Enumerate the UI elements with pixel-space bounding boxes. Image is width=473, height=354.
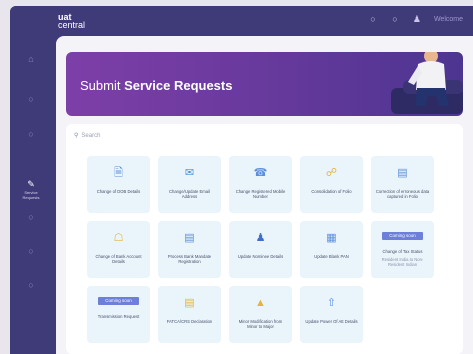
- person-illustration: [391, 52, 463, 114]
- page-title-bold: Service Requests: [124, 78, 233, 93]
- service-tile[interactable]: ▤ Correction of erroneous data captured i…: [371, 156, 434, 213]
- service-request-icon: ✎: [27, 179, 35, 189]
- service-tile-label: FATCA/CRS Declaration: [166, 319, 213, 324]
- service-tile-label: Update Power Of Att Details: [305, 319, 358, 324]
- sidebar-item-home[interactable]: ⌂: [18, 54, 44, 64]
- sidebar-item-transactions[interactable]: ○: [18, 129, 44, 139]
- logo[interactable]: uat central: [58, 13, 86, 30]
- sidebar-item-label: Service Requests: [22, 190, 40, 200]
- page-banner: Submit Service Requests: [66, 52, 463, 116]
- service-tile-label: Update Nominee Details: [237, 254, 284, 259]
- service-tile[interactable]: ⇧ Update Power Of Att Details: [300, 286, 363, 343]
- service-tile-sublabel: Resident India to Non-Resident Indian: [381, 257, 424, 267]
- search-icon: ⚲: [74, 133, 79, 139]
- service-tile-label: Transmission Request: [97, 314, 140, 319]
- mail-icon: ✉: [184, 167, 195, 179]
- portfolio-icon: ○: [28, 94, 34, 104]
- sidebar-item-help[interactable]: ○: [18, 280, 44, 290]
- service-tile-label: Change Registered Mobile Number: [235, 189, 286, 199]
- service-tile-label: Process Bank Mandate Registration: [167, 254, 212, 264]
- service-tile[interactable]: Coming soon Change of Tax Status Resident …: [371, 221, 434, 278]
- page-title-prefix: Submit: [80, 78, 125, 93]
- app-window: uat central ○ ○ ♟ Welcome ⌂ ○ ○ ✎ Servic…: [10, 6, 473, 354]
- declaration-icon: ▤: [184, 297, 195, 309]
- transactions-icon: ○: [28, 129, 34, 139]
- search-field[interactable]: ⚲ Search: [74, 130, 194, 142]
- sidebar-item-service-requests[interactable]: ✎ Service Requests: [18, 179, 44, 200]
- document-icon: 🗎: [114, 167, 123, 179]
- phone-icon: ☎: [253, 167, 268, 179]
- service-tile[interactable]: 🗎 Change of DOB Details: [87, 156, 150, 213]
- settings-icon: ○: [28, 246, 34, 256]
- clipboard-icon: ▤: [184, 232, 195, 244]
- service-tile[interactable]: ☖ Change of Bank Account Details: [87, 221, 150, 278]
- page-title: Submit Service Requests: [80, 78, 232, 93]
- service-tile[interactable]: ☎ Change Registered Mobile Number: [229, 156, 292, 213]
- sidebar-item-settings[interactable]: ○: [18, 246, 44, 256]
- service-tile[interactable]: ▦ Update Blank PAN: [300, 221, 363, 278]
- sidebar-item-portfolio[interactable]: ○: [18, 94, 44, 104]
- service-tile[interactable]: ▲ Minor Modification from Minor to Major: [229, 286, 292, 343]
- service-card-panel: ⚲ Search 🗎 Change of DOB Details ✉ Change/Up…: [66, 124, 463, 354]
- service-tile[interactable]: ✉ Change/Update Email Address: [158, 156, 221, 213]
- bank-icon: ☖: [113, 232, 124, 244]
- service-tile-label: Update Blank PAN: [314, 254, 349, 259]
- help-side-icon: ○: [28, 280, 34, 290]
- coming-soon-badge: Coming soon: [98, 297, 139, 305]
- service-tile-label: Correction of erroneous data captured in…: [375, 189, 430, 199]
- service-tile[interactable]: ♟ Update Nominee Details: [229, 221, 292, 278]
- sidebar: ⌂ ○ ○ ✎ Service Requests ○ ○ ○: [10, 34, 52, 354]
- logo-line2: central: [58, 20, 86, 30]
- search-input[interactable]: Search: [81, 133, 100, 139]
- link-icon: ☍: [325, 167, 338, 179]
- card-icon: ▦: [326, 232, 337, 244]
- service-tile[interactable]: Coming soon Transmission Request: [87, 286, 150, 343]
- upload-icon: ⇧: [326, 297, 337, 309]
- service-tile[interactable]: ▤ FATCA/CRS Declaration: [158, 286, 221, 343]
- service-tile-label: Change of Bank Account Details: [95, 254, 142, 264]
- service-tile-label: Minor Modification from Minor to Major: [238, 319, 283, 329]
- service-tile-label: Change of Tax Status: [382, 249, 423, 254]
- user-name[interactable]: Welcome: [434, 16, 463, 23]
- bell-icon[interactable]: ○: [368, 14, 378, 24]
- service-tile-label: Consolidation of Folio: [311, 189, 352, 194]
- form-icon: ▤: [397, 167, 408, 179]
- service-tile-label: Change/Update Email Address: [169, 189, 210, 199]
- top-bar: uat central ○ ○ ♟ Welcome: [10, 6, 473, 34]
- help-icon[interactable]: ○: [390, 14, 400, 24]
- user-upgrade-icon: ▲: [255, 297, 266, 309]
- main-content: Submit Service Requests ⚲ Search 🗎 Change …: [56, 36, 473, 354]
- service-tile-label: Change of DOB Details: [96, 189, 141, 194]
- user-icon[interactable]: ♟: [412, 14, 422, 24]
- service-tile[interactable]: ☍ Consolidation of Folio: [300, 156, 363, 213]
- sidebar-item-reports[interactable]: ○: [18, 212, 44, 222]
- home-icon: ⌂: [28, 54, 34, 64]
- service-tile[interactable]: ▤ Process Bank Mandate Registration: [158, 221, 221, 278]
- people-icon: ♟: [255, 232, 266, 244]
- reports-icon: ○: [28, 212, 34, 222]
- coming-soon-badge: Coming soon: [382, 232, 423, 240]
